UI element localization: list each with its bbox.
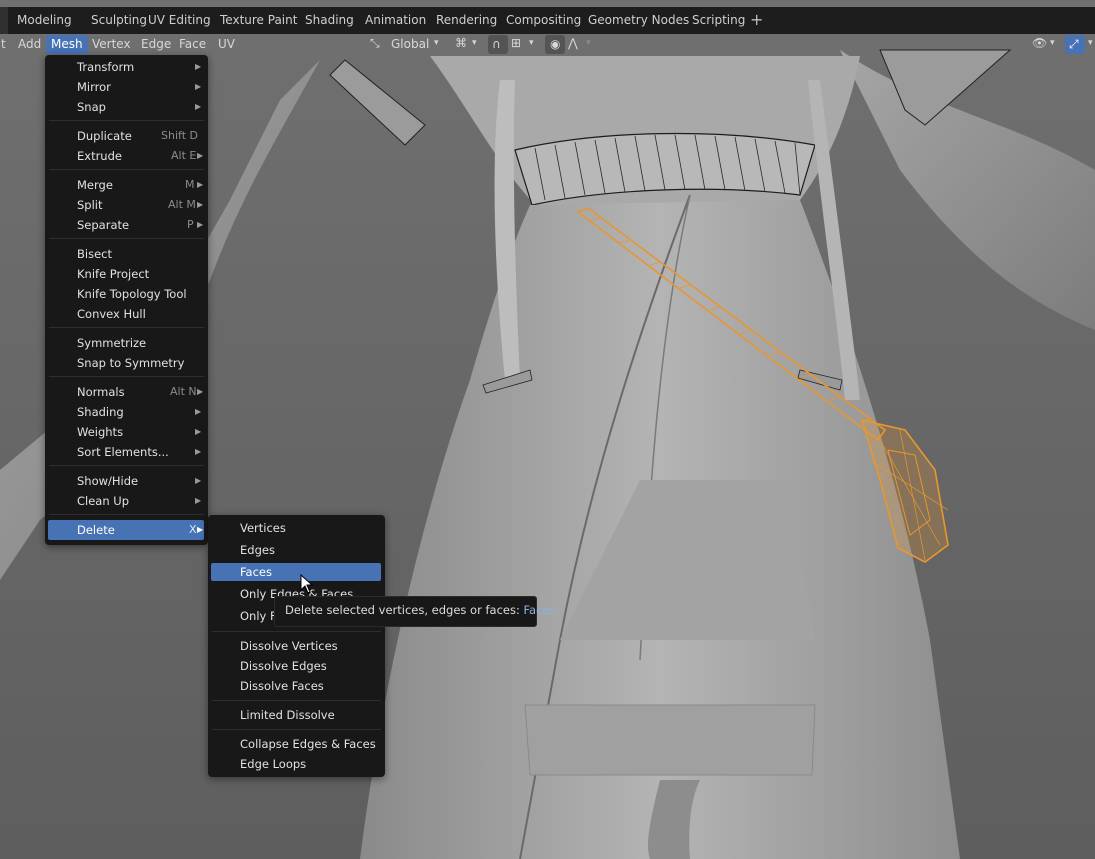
chevron-down-icon: ▾ bbox=[1088, 38, 1093, 48]
menu-vertex[interactable]: Vertex bbox=[87, 35, 136, 54]
menu-separator bbox=[212, 700, 381, 701]
menu-item-weights[interactable]: Weights ▶ bbox=[77, 422, 205, 442]
menu-edge[interactable]: Edge bbox=[136, 35, 176, 54]
falloff-icon[interactable]: ⋀ bbox=[568, 34, 578, 53]
menu-separator bbox=[49, 120, 204, 121]
tooltip-value: Faces bbox=[523, 603, 556, 617]
submenu-arrow-icon: ▶ bbox=[195, 476, 202, 485]
menu-item-collapse-edges-faces[interactable]: Collapse Edges & Faces bbox=[240, 734, 380, 754]
chevron-down-icon: ▾ bbox=[586, 38, 591, 48]
tooltip: Delete selected vertices, edges or faces… bbox=[274, 596, 556, 627]
menu-mesh[interactable]: Mesh bbox=[46, 35, 88, 54]
tab-shading[interactable]: Shading bbox=[297, 7, 362, 34]
submenu-arrow-icon: ▶ bbox=[195, 82, 202, 91]
submenu-arrow-icon: ▶ bbox=[197, 180, 204, 189]
submenu-arrow-icon: ▶ bbox=[197, 220, 204, 229]
menu-face[interactable]: Face bbox=[174, 35, 211, 54]
menu-item-sort-elements[interactable]: Sort Elements... ▶ bbox=[77, 442, 205, 462]
chevron-down-icon: ▾ bbox=[434, 38, 439, 48]
submenu-arrow-icon: ▶ bbox=[195, 102, 202, 111]
submenu-arrow-icon: ▶ bbox=[197, 525, 204, 534]
menu-item-convex-hull[interactable]: Convex Hull bbox=[77, 304, 205, 324]
pivot-point-icon[interactable]: ⌘ bbox=[455, 34, 467, 53]
viewport-header: t Add Mesh Vertex Edge Face UV ⤡ Global … bbox=[0, 34, 1095, 56]
menu-item-dissolve-edges[interactable]: Dissolve Edges bbox=[240, 656, 380, 676]
chevron-down-icon: ▾ bbox=[472, 38, 477, 48]
menu-item-symmetrize[interactable]: Symmetrize bbox=[77, 333, 205, 353]
menu-item-bisect[interactable]: Bisect bbox=[77, 244, 205, 264]
menu-separator bbox=[212, 729, 381, 730]
menu-uv[interactable]: UV bbox=[213, 35, 240, 54]
delete-submenu: Vertices Edges Faces Only Edges & Faces … bbox=[208, 515, 385, 777]
tab-scripting[interactable]: Scripting bbox=[684, 7, 753, 34]
menu-item-mirror[interactable]: Mirror ▶ bbox=[77, 77, 205, 97]
submenu-arrow-icon: ▶ bbox=[195, 62, 202, 71]
magnet-icon: ∩ bbox=[492, 37, 501, 51]
submenu-arrow-icon: ▶ bbox=[195, 447, 202, 456]
submenu-arrow-icon: ▶ bbox=[195, 407, 202, 416]
menu-item-snap[interactable]: Snap ▶ bbox=[77, 97, 205, 117]
tooltip-text: Delete selected vertices, edges or faces… bbox=[285, 603, 520, 617]
menu-separator bbox=[49, 169, 204, 170]
tab-rendering[interactable]: Rendering bbox=[428, 7, 505, 34]
snap-target-icon[interactable]: ⊞ bbox=[511, 34, 521, 53]
transform-orientation-dropdown[interactable]: Global bbox=[391, 35, 429, 54]
menu-item-transform[interactable]: Transform ▶ bbox=[77, 57, 205, 77]
menu-item-extrude[interactable]: Extrude Alt E ▶ bbox=[77, 146, 205, 166]
menu-separator bbox=[49, 465, 204, 466]
menu-separator bbox=[212, 631, 381, 632]
tab-modeling[interactable]: Modeling bbox=[9, 7, 80, 34]
menu-separator bbox=[49, 514, 204, 515]
menu-separator bbox=[49, 376, 204, 377]
menu-separator bbox=[49, 238, 204, 239]
gizmo-icon: ⤢ bbox=[1069, 37, 1079, 51]
menu-separator bbox=[49, 327, 204, 328]
visibility-eye-icon[interactable]: 👁 bbox=[1032, 34, 1047, 53]
menu-item-show-hide[interactable]: Show/Hide ▶ bbox=[77, 471, 205, 491]
submenu-arrow-icon: ▶ bbox=[195, 427, 202, 436]
submenu-arrow-icon: ▶ bbox=[197, 387, 204, 396]
menu-item-knife-topology-tool[interactable]: Knife Topology Tool bbox=[77, 284, 205, 304]
add-workspace-button[interactable]: + bbox=[750, 7, 763, 34]
menu-item-normals[interactable]: Normals Alt N ▶ bbox=[77, 382, 205, 402]
menu-item-separate[interactable]: Separate P ▶ bbox=[77, 215, 205, 235]
menu-item-knife-project[interactable]: Knife Project bbox=[77, 264, 205, 284]
menu-item-snap-to-symmetry[interactable]: Snap to Symmetry bbox=[77, 353, 205, 373]
menu-item-limited-dissolve[interactable]: Limited Dissolve bbox=[240, 705, 380, 725]
menu-item-delete[interactable]: Delete X ▶ bbox=[48, 520, 204, 540]
menu-item-delete-edges[interactable]: Edges bbox=[240, 540, 380, 560]
menu-item-split[interactable]: Split Alt M ▶ bbox=[77, 195, 205, 215]
proportional-edit-button[interactable]: ◉ bbox=[545, 35, 565, 54]
tab-uv-editing[interactable]: UV Editing bbox=[140, 7, 219, 34]
menu-item-merge[interactable]: Merge M ▶ bbox=[77, 175, 205, 195]
menu-item-delete-faces[interactable]: Faces bbox=[211, 563, 381, 581]
menu-item-delete-vertices[interactable]: Vertices bbox=[240, 518, 380, 538]
menu-item-edge-loops[interactable]: Edge Loops bbox=[240, 754, 380, 774]
menu-item-dissolve-vertices[interactable]: Dissolve Vertices bbox=[240, 636, 380, 656]
menu-select[interactable]: t bbox=[0, 35, 11, 54]
menu-item-shading[interactable]: Shading ▶ bbox=[77, 402, 205, 422]
gizmo-toggle-button[interactable]: ⤢ bbox=[1065, 35, 1085, 54]
chevron-down-icon: ▾ bbox=[1050, 38, 1055, 48]
tab-geometry-nodes[interactable]: Geometry Nodes bbox=[580, 7, 697, 34]
tab-texture-paint[interactable]: Texture Paint bbox=[212, 7, 305, 34]
menu-item-dissolve-faces[interactable]: Dissolve Faces bbox=[240, 676, 380, 696]
submenu-arrow-icon: ▶ bbox=[197, 151, 204, 160]
menu-add[interactable]: Add bbox=[13, 35, 46, 54]
tab-animation[interactable]: Animation bbox=[357, 7, 434, 34]
transform-orientation-icon: ⤡ bbox=[370, 36, 380, 50]
snap-toggle-button[interactable]: ∩ bbox=[488, 35, 508, 54]
submenu-arrow-icon: ▶ bbox=[195, 496, 202, 505]
workspace-tabs-bar: Modeling Sculpting UV Editing Texture Pa… bbox=[0, 7, 1095, 34]
tab-compositing[interactable]: Compositing bbox=[498, 7, 589, 34]
mouse-cursor-icon bbox=[300, 574, 314, 594]
menu-item-duplicate[interactable]: Duplicate Shift D bbox=[77, 126, 205, 146]
tabs-bar-stub bbox=[0, 7, 8, 34]
chevron-down-icon: ▾ bbox=[529, 38, 534, 48]
proportional-edit-icon: ◉ bbox=[550, 37, 561, 51]
menu-item-clean-up[interactable]: Clean Up ▶ bbox=[77, 491, 205, 511]
mesh-menu: Transform ▶ Mirror ▶ Snap ▶ Duplicate Shift … bbox=[45, 55, 208, 545]
submenu-arrow-icon: ▶ bbox=[197, 200, 204, 209]
